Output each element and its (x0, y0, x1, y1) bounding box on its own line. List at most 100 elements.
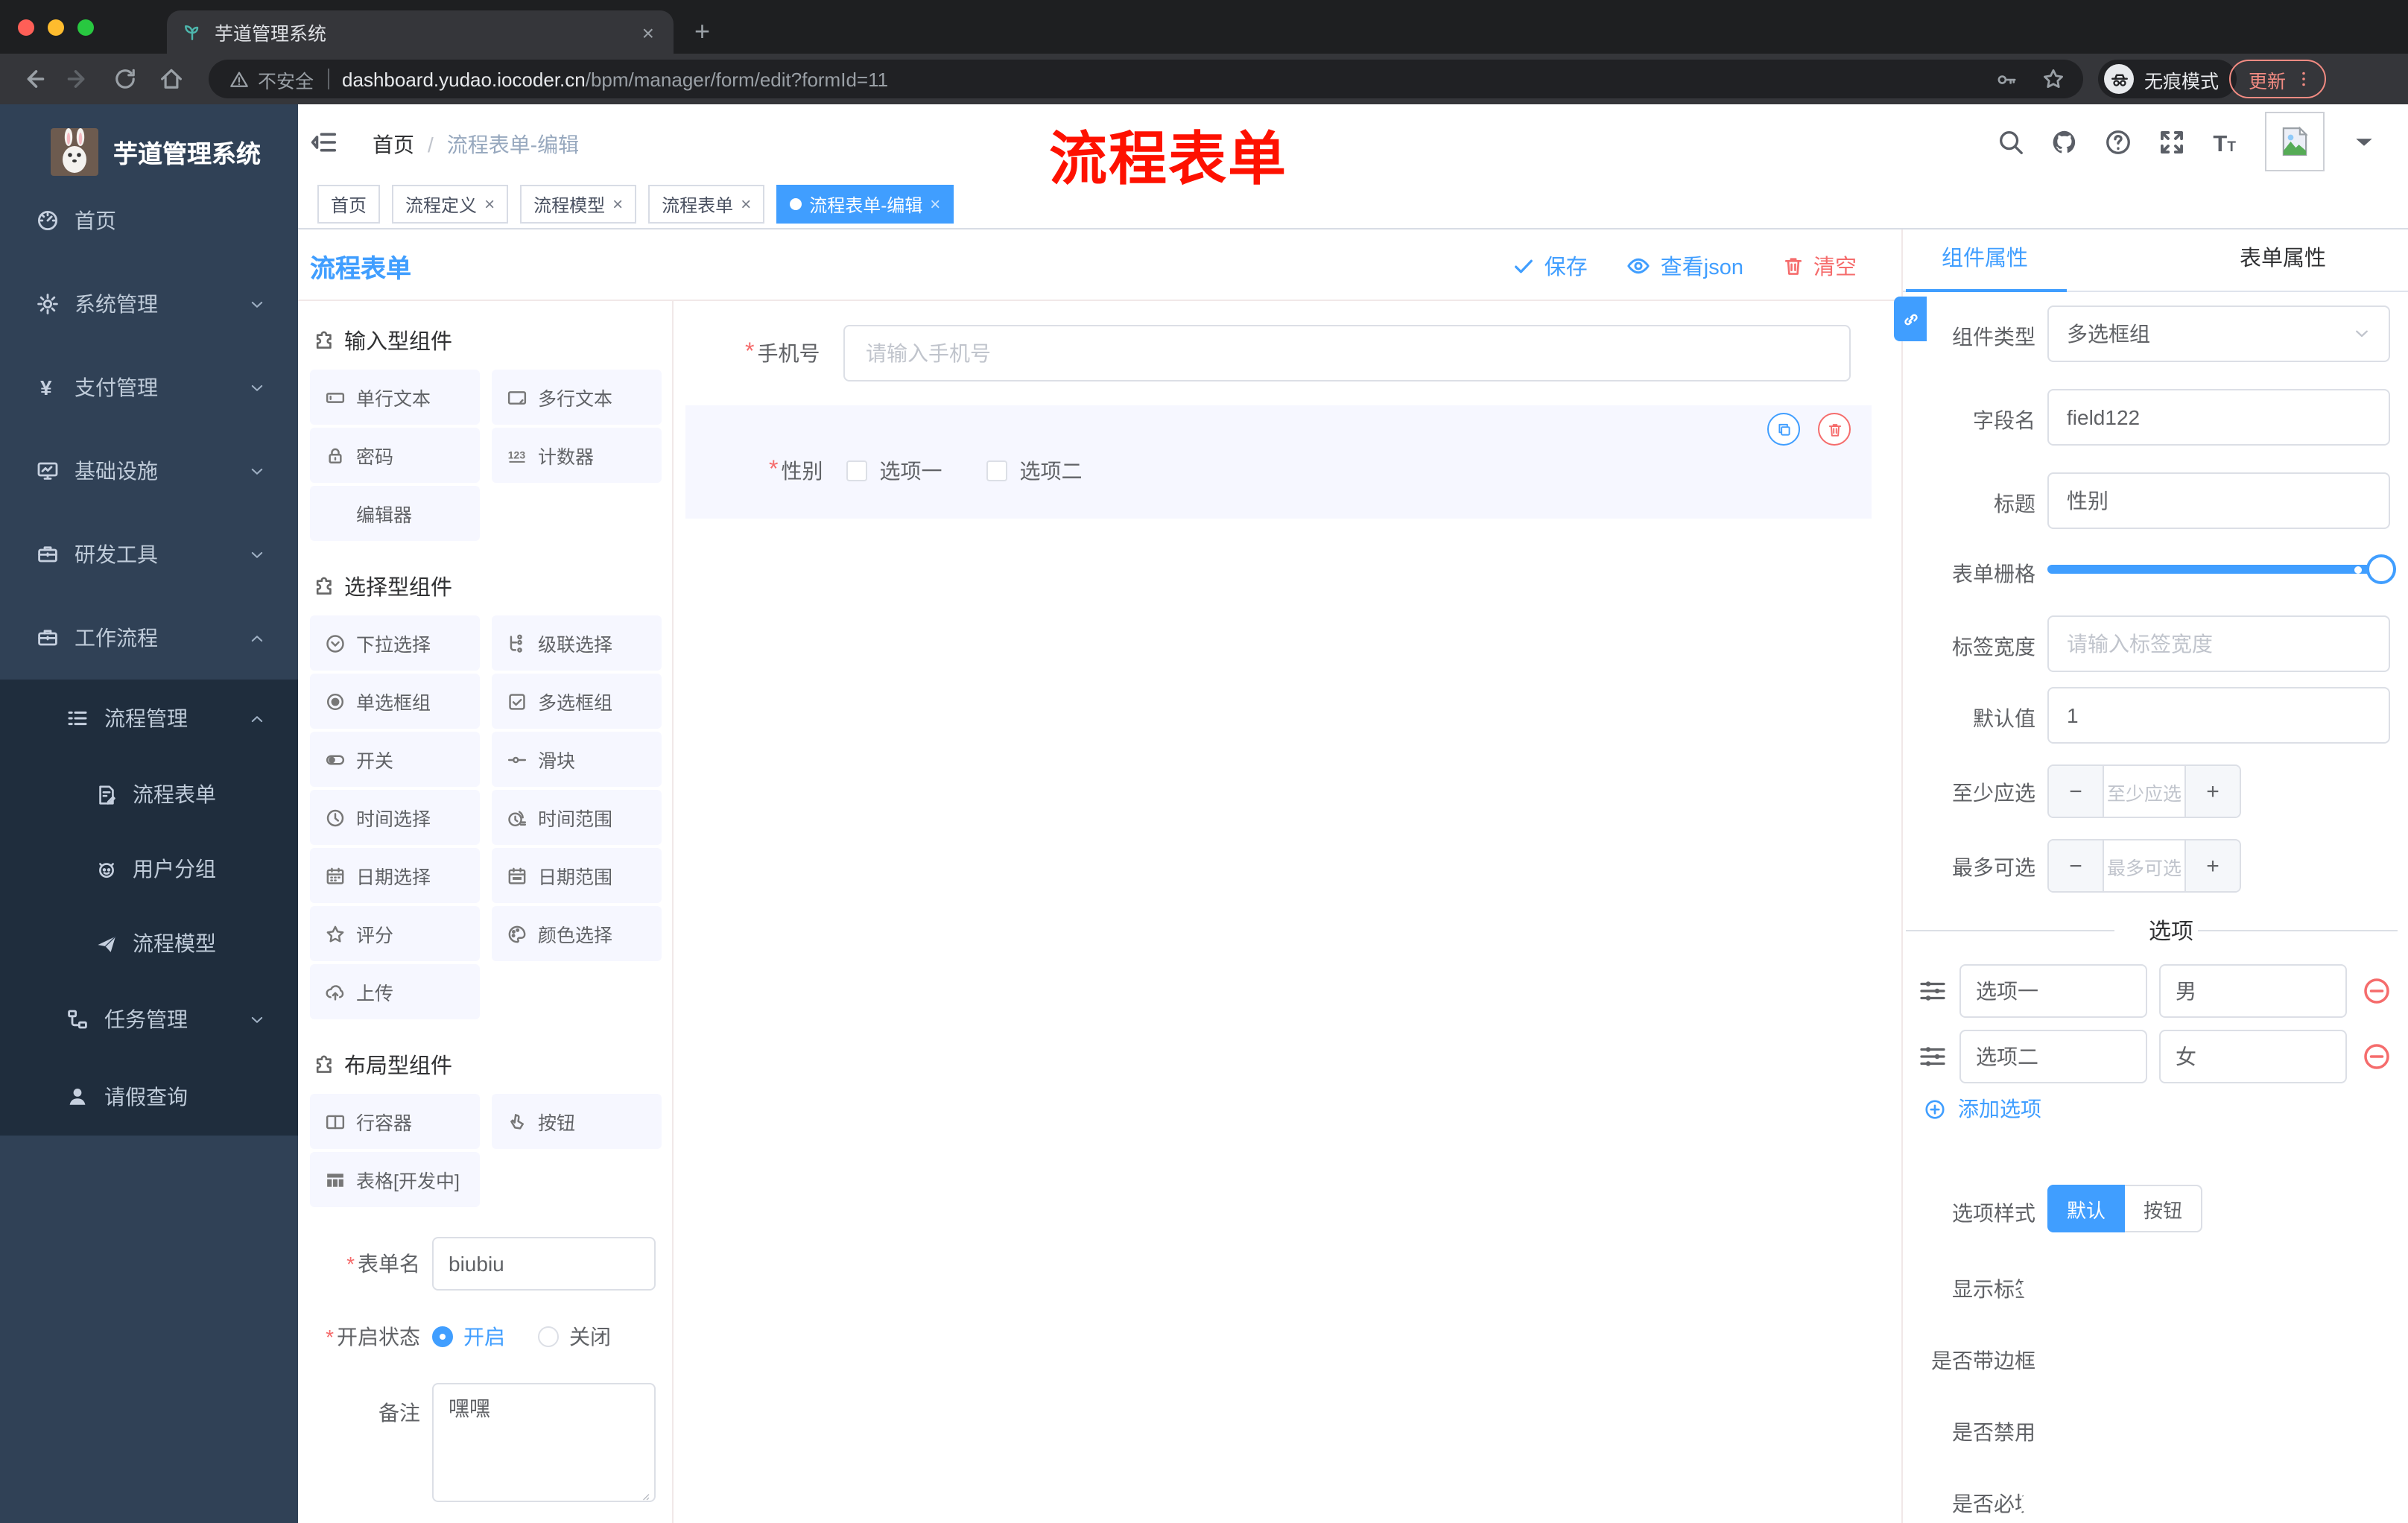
tag-流程模型[interactable]: 流程模型 × (520, 185, 637, 224)
tab-component-props[interactable]: 组件属性 (1933, 229, 2037, 289)
fullscreen-icon[interactable] (2158, 127, 2186, 156)
back-icon[interactable] (19, 66, 46, 92)
remove-option-icon[interactable] (2362, 976, 2392, 1006)
sidebar-item-基础设施[interactable]: 基础设施 (0, 429, 298, 513)
add-option-button[interactable]: 添加选项 (1924, 1094, 2041, 1124)
decrease-button[interactable]: − (2049, 840, 2104, 891)
drag-handle-icon[interactable] (1918, 976, 1948, 1006)
min-select-placeholder[interactable]: 至少应选 (2104, 766, 2184, 817)
sidebar-item-用户分组[interactable]: 用户分组 (0, 832, 298, 906)
component-item-计数器[interactable]: 123 计数器 (492, 428, 662, 483)
window-minimize-button[interactable] (48, 19, 64, 36)
component-item-颜色选择[interactable]: 颜色选择 (492, 906, 662, 961)
increase-button[interactable]: + (2184, 840, 2240, 891)
sidebar-fold-icon[interactable] (310, 128, 338, 156)
default-value-input[interactable] (2047, 687, 2390, 744)
address-bar[interactable]: 不安全 dashboard.yudao.iocoder.cn/bpm/manag… (209, 60, 2083, 98)
component-item-按钮[interactable]: 按钮 (492, 1094, 662, 1149)
gender-option-1[interactable]: 选项一 (846, 456, 942, 486)
sidebar-item-请假查询[interactable]: 请假查询 (0, 1058, 298, 1136)
tag-close-icon[interactable]: × (484, 194, 495, 215)
component-item-密码[interactable]: 密码 (310, 428, 480, 483)
sidebar-item-流程表单[interactable]: 流程表单 (0, 757, 298, 832)
tag-流程定义[interactable]: 流程定义 × (392, 185, 509, 224)
tag-首页[interactable]: 首页 (317, 185, 381, 224)
component-item-上传[interactable]: 上传 (310, 964, 480, 1019)
sidebar-item-系统管理[interactable]: 系统管理 (0, 262, 298, 346)
phone-input[interactable] (843, 325, 1851, 381)
remove-option-icon[interactable] (2362, 1042, 2392, 1071)
breadcrumb-home[interactable]: 首页 (373, 130, 414, 159)
tag-close-icon[interactable]: × (612, 194, 623, 215)
view-json-button[interactable]: 查看json (1626, 250, 1743, 281)
option-label-input[interactable] (1959, 1030, 2147, 1083)
component-item-级联选择[interactable]: 级联选择 (492, 615, 662, 671)
save-button[interactable]: 保存 (1513, 250, 1588, 281)
sidebar-item-首页[interactable]: 首页 (0, 179, 298, 262)
delete-component-button[interactable] (1818, 413, 1851, 446)
window-zoom-button[interactable] (77, 19, 94, 36)
slider-handle[interactable] (2366, 554, 2396, 584)
sidebar-item-流程管理[interactable]: 流程管理 (0, 680, 298, 757)
bookmark-star-icon[interactable] (2041, 67, 2065, 91)
tab-close-icon[interactable]: × (638, 20, 659, 44)
component-item-编辑器[interactable]: 编辑器 (310, 486, 480, 541)
title-input[interactable] (2047, 472, 2390, 529)
status-on-radio[interactable]: 开启 (432, 1322, 505, 1352)
style-button-button[interactable]: 按钮 (2125, 1185, 2203, 1232)
component-item-滑块[interactable]: 滑块 (492, 732, 662, 787)
component-item-单行文本[interactable]: 单行文本 (310, 370, 480, 425)
form-remark-textarea[interactable] (432, 1383, 656, 1502)
component-item-时间选择[interactable]: 时间选择 (310, 790, 480, 845)
increase-button[interactable]: + (2184, 766, 2240, 817)
sidebar-item-流程模型[interactable]: 流程模型 (0, 906, 298, 981)
sidebar-item-支付管理[interactable]: ¥ 支付管理 (0, 346, 298, 429)
option-value-input[interactable] (2159, 1030, 2347, 1083)
avatar-caret-icon[interactable] (2350, 127, 2378, 156)
drag-handle-icon[interactable] (1918, 1042, 1948, 1071)
phone-field[interactable] (843, 325, 1851, 381)
sidebar-item-工作流程[interactable]: 工作流程 (0, 596, 298, 680)
radio-on-icon[interactable] (432, 1326, 453, 1347)
slider-track[interactable] (2047, 565, 2386, 574)
component-item-表格[开发中][interactable]: 表格[开发中] (310, 1152, 480, 1207)
tag-close-icon[interactable]: × (741, 194, 751, 215)
option-label-input[interactable] (1959, 964, 2147, 1018)
status-off-radio[interactable]: 关闭 (538, 1322, 611, 1352)
gender-option-2[interactable]: 选项二 (986, 456, 1082, 486)
checkbox-icon[interactable] (846, 460, 868, 481)
reload-icon[interactable] (112, 66, 139, 92)
field-name-input[interactable] (2047, 389, 2390, 446)
resize-corner-icon[interactable] (638, 1489, 651, 1502)
search-icon[interactable] (1997, 127, 2025, 156)
option-value-input[interactable] (2159, 964, 2347, 1018)
component-item-多选框组[interactable]: 多选框组 (492, 674, 662, 729)
max-select-placeholder[interactable]: 最多可选 (2104, 840, 2184, 891)
browser-menu-icon[interactable] (2295, 70, 2313, 88)
tag-流程表单[interactable]: 流程表单 × (648, 185, 765, 224)
window-close-button[interactable] (18, 19, 34, 36)
component-item-开关[interactable]: 开关 (310, 732, 480, 787)
sidebar-item-研发工具[interactable]: 研发工具 (0, 513, 298, 596)
style-default-button[interactable]: 默认 (2047, 1185, 2126, 1232)
component-item-评分[interactable]: 评分 (310, 906, 480, 961)
component-item-行容器[interactable]: 行容器 (310, 1094, 480, 1149)
radio-off-icon[interactable] (538, 1326, 559, 1347)
component-item-时间范围[interactable]: 时间范围 (492, 790, 662, 845)
tag-流程表单-编辑[interactable]: 流程表单-编辑 × (776, 185, 954, 224)
copy-component-button[interactable] (1767, 413, 1800, 446)
tab-form-props[interactable]: 表单属性 (2231, 229, 2335, 289)
browser-tab[interactable]: 芋道管理系统 × (167, 10, 674, 54)
new-tab-button[interactable]: + (694, 12, 710, 51)
help-icon[interactable] (2104, 127, 2132, 156)
forward-icon[interactable] (66, 66, 92, 92)
font-size-icon[interactable]: TT (2211, 127, 2240, 156)
panel-link-handle[interactable] (1894, 297, 1927, 341)
selected-component-gender[interactable]: * 性别 选项一 选项二 (685, 405, 1872, 519)
checkbox-icon[interactable] (986, 460, 1008, 481)
home-icon[interactable] (158, 66, 185, 92)
component-item-日期选择[interactable]: 日期选择 (310, 848, 480, 903)
component-item-下拉选择[interactable]: 下拉选择 (310, 615, 480, 671)
form-name-input[interactable] (432, 1237, 656, 1291)
component-item-单选框组[interactable]: 单选框组 (310, 674, 480, 729)
